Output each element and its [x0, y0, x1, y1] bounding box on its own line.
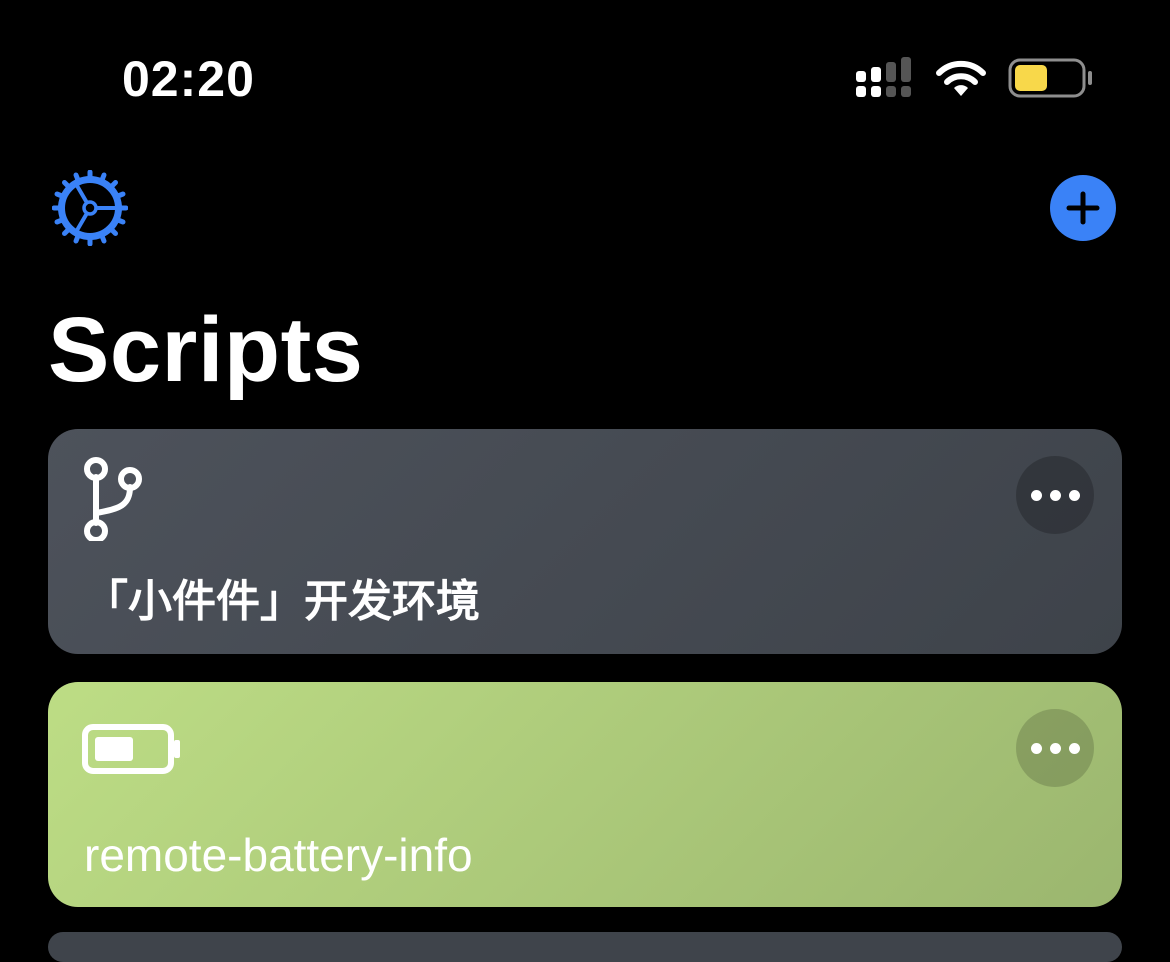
more-options-button[interactable]: [1016, 709, 1094, 787]
script-card[interactable]: remote-battery-info: [48, 682, 1122, 907]
ellipsis-icon: [1031, 743, 1042, 754]
script-name: remote-battery-info: [84, 829, 473, 881]
battery-icon: [1008, 58, 1092, 98]
plus-icon: [1066, 191, 1100, 225]
ellipsis-icon: [1031, 490, 1042, 501]
cellular-signal-icon: [856, 57, 911, 97]
script-card[interactable]: 「小件件」开发环境: [48, 429, 1122, 654]
add-script-button[interactable]: [1050, 175, 1116, 241]
script-name: 「小件件」开发环境: [84, 577, 480, 626]
page-title: Scripts: [48, 299, 364, 401]
status-time: 02:20: [122, 51, 255, 107]
git-branch-icon: [84, 457, 142, 541]
wifi-icon: [936, 60, 986, 96]
battery-icon: [82, 724, 180, 774]
more-options-button[interactable]: [1016, 456, 1094, 534]
gear-icon[interactable]: [52, 170, 128, 246]
